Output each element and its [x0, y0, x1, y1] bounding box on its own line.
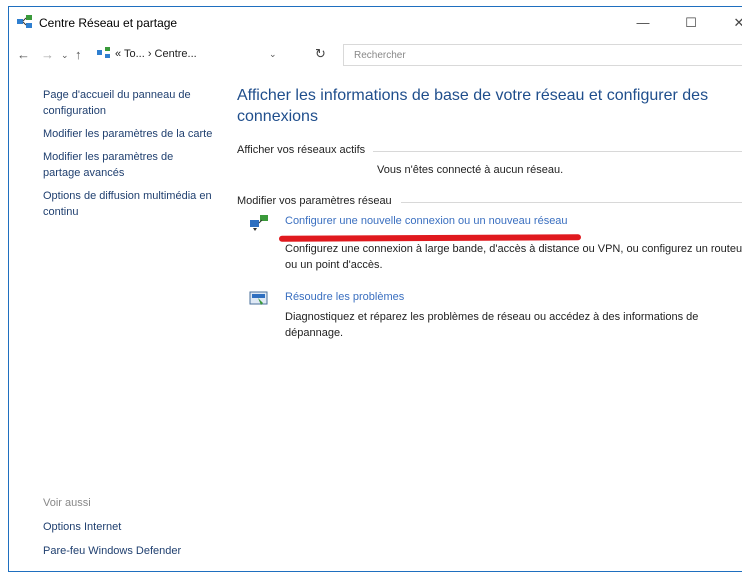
setup-connection-description: Configurez une connexion à large bande, … [285, 243, 742, 271]
back-arrow-icon[interactable]: ← [17, 47, 30, 62]
network-center-icon [17, 15, 32, 28]
recent-locations-chevron-icon[interactable]: ⌄ [61, 50, 69, 61]
window: Centre Réseau et partage — ☐ ✕ ← → ⌄ ↑ «… [8, 6, 742, 572]
control-panel-icon [97, 47, 110, 58]
internet-options-link[interactable]: Options Internet [43, 521, 121, 533]
troubleshoot-description: Diagnostiquez et réparez les problèmes d… [285, 311, 699, 339]
active-networks-heading: Afficher vos réseaux actifs [237, 144, 366, 156]
sidebar-item-adapter-settings[interactable]: Modifier les paramètres de la carte [43, 126, 213, 142]
search-input[interactable]: Rechercher [343, 44, 742, 66]
minimize-button[interactable]: — [623, 11, 663, 35]
sidebar-item-advanced-sharing[interactable]: Modifier les paramètres de partage avanc… [43, 149, 213, 181]
troubleshoot-icon [249, 291, 268, 305]
title-bar[interactable]: Centre Réseau et partage — ☐ ✕ [9, 7, 742, 37]
windows-defender-firewall-link[interactable]: Pare-feu Windows Defender [43, 545, 181, 557]
no-network-message: Vous n'êtes connecté à aucun réseau. [377, 164, 564, 176]
address-dropdown-chevron-icon[interactable]: ⌄ [269, 49, 277, 60]
sidebar: Page d'accueil du panneau de configurati… [43, 87, 213, 227]
up-arrow-icon[interactable]: ↑ [75, 47, 82, 62]
network-setup-icon [250, 215, 268, 231]
navigation-bar: ← → ⌄ ↑ « To... › Centre... ⌄ ↻ Recherch… [9, 39, 742, 71]
forward-arrow-icon[interactable]: → [41, 47, 54, 62]
address-bar[interactable]: « To... › Centre... ⌄ [93, 44, 319, 64]
sidebar-item-control-panel-home[interactable]: Page d'accueil du panneau de configurati… [43, 87, 213, 119]
refresh-icon[interactable]: ↻ [315, 46, 326, 62]
see-also-heading: Voir aussi [43, 497, 91, 509]
close-button[interactable]: ✕ [719, 11, 742, 35]
breadcrumb[interactable]: « To... › Centre... [115, 48, 197, 60]
setup-new-connection-link[interactable]: Configurer une nouvelle connexion ou un … [285, 215, 568, 227]
section-divider [373, 151, 742, 152]
change-settings-heading: Modifier vos paramètres réseau [237, 195, 392, 207]
maximize-button[interactable]: ☐ [671, 11, 711, 35]
section-divider [401, 202, 742, 203]
sidebar-item-media-streaming[interactable]: Options de diffusion multimédia en conti… [43, 188, 213, 220]
window-title: Centre Réseau et partage [39, 16, 178, 30]
page-title: Afficher les informations de base de vot… [237, 87, 709, 125]
troubleshoot-problems-link[interactable]: Résoudre les problèmes [285, 291, 404, 303]
